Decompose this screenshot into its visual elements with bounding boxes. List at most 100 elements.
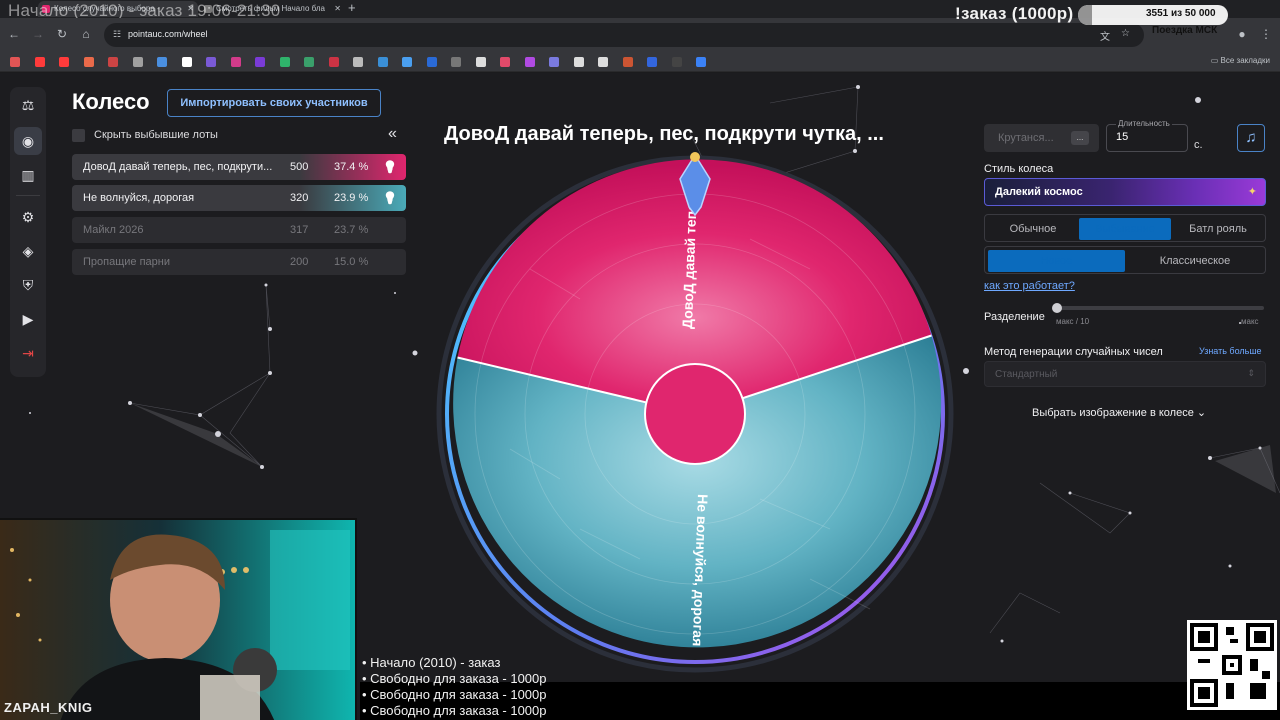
- mode-option[interactable]: Батл рояль: [1173, 218, 1263, 240]
- lot-amount: 200: [290, 256, 309, 268]
- site-info-icon[interactable]: ☷: [113, 29, 121, 40]
- wheel-center[interactable]: [644, 363, 746, 465]
- page-title: Колесо: [72, 89, 150, 114]
- home-icon[interactable]: ⌂: [78, 27, 94, 41]
- mode-option[interactable]: Выбывание: [1079, 218, 1171, 240]
- plus-icon[interactable]: [181, 57, 192, 67]
- menu-icon[interactable]: ⋮: [1258, 27, 1274, 41]
- star-icon[interactable]: ☆: [1121, 28, 1130, 39]
- rng-select[interactable]: Стандартный ⇕: [984, 361, 1266, 387]
- goal-counter: 3551 из 50 000: [1146, 8, 1216, 19]
- wheel-graphic: ДовоД давай теперь Не волнуйся, дорогая: [436, 152, 954, 673]
- app-icon[interactable]: [696, 57, 706, 67]
- wheel-icon[interactable]: ◉: [14, 127, 42, 155]
- lightbulb-icon[interactable]: 💡: [380, 154, 400, 180]
- lot-row[interactable]: ДовоД давай теперь, пес, подкрути... 500 3…: [72, 154, 406, 180]
- order-queue-item: • Начало (2010) - заказ: [362, 655, 501, 670]
- lot-row[interactable]: Пропащие парни 200 15.0 %: [72, 249, 406, 275]
- qr-code: [1187, 620, 1277, 710]
- stats-icon[interactable]: ▥: [14, 161, 42, 189]
- split-slider[interactable]: [1056, 306, 1264, 310]
- back-icon[interactable]: ←: [6, 27, 22, 41]
- app-icon[interactable]: [377, 57, 388, 67]
- translate-icon[interactable]: 文: [1100, 28, 1110, 43]
- url-text: pointauc.com/wheel: [128, 29, 208, 39]
- lot-percent: 15.0 %: [334, 256, 369, 268]
- lightbulb-icon[interactable]: 💡: [380, 185, 400, 211]
- chevron-updown-icon: ⇕: [1247, 368, 1255, 378]
- lot-amount: 500: [290, 161, 309, 173]
- app-icon[interactable]: [524, 57, 535, 67]
- gavel-icon[interactable]: ⚖: [14, 91, 42, 119]
- wheel-title: ДовоД давай теперь, пес, подкрути чутка,…: [444, 123, 884, 145]
- wheel[interactable]: ДовоД давай теперь Не волнуйся, дорогая: [430, 149, 960, 679]
- app-icon[interactable]: [647, 57, 657, 67]
- bookmarks-bar: ▭ Все закладки: [0, 52, 1280, 72]
- hide-dropped-checkbox[interactable]: [72, 129, 85, 142]
- streamer-name: ZAPAH_KNIG: [4, 700, 93, 715]
- mail-icon[interactable]: [83, 57, 94, 67]
- split-slider-thumb[interactable]: [1052, 303, 1062, 313]
- forward-icon[interactable]: →: [30, 27, 46, 41]
- bookmark-icon[interactable]: [108, 57, 118, 67]
- goal-label: Поездка МСК: [1152, 25, 1218, 36]
- goal-progress-fill: [1078, 5, 1092, 25]
- webcam-feed: [0, 518, 357, 720]
- wheel-style-select[interactable]: Далекий космос ✦: [984, 178, 1266, 206]
- app-icon[interactable]: [622, 57, 633, 67]
- shield-icon[interactable]: ⛨: [14, 271, 42, 299]
- split-min-label: макс / 10: [1056, 317, 1090, 326]
- submode-option[interactable]: Новое: [988, 250, 1125, 272]
- app-icon[interactable]: [255, 57, 265, 67]
- rng-learn-more-link[interactable]: Узнать больше: [1199, 346, 1262, 356]
- app-icon[interactable]: [206, 57, 216, 67]
- collapse-panel-icon[interactable]: «: [388, 125, 397, 143]
- mode-option[interactable]: Обычное: [988, 218, 1078, 240]
- app-icon[interactable]: [426, 57, 437, 67]
- lot-row[interactable]: Не волнуйся, дорогая 320 23.9 % 💡: [72, 185, 406, 211]
- music-icon[interactable]: ♫: [1237, 124, 1265, 152]
- lot-row[interactable]: Майкл 2026 317 23.7 %: [72, 217, 406, 243]
- spin-options-button[interactable]: ...: [1071, 131, 1089, 145]
- youtube-icon[interactable]: [59, 57, 69, 67]
- logout-icon[interactable]: ⇥: [14, 339, 42, 367]
- app-icon[interactable]: [157, 57, 167, 67]
- layers-icon[interactable]: ◈: [14, 237, 42, 265]
- sidebar-divider: [16, 195, 40, 196]
- lot-amount: 317: [290, 224, 309, 236]
- app-icon[interactable]: [328, 57, 339, 67]
- youtube-icon[interactable]: [34, 57, 45, 67]
- app-icon[interactable]: [304, 57, 314, 67]
- app-icon[interactable]: [475, 57, 486, 67]
- all-bookmarks[interactable]: ▭ Все закладки: [1211, 56, 1270, 65]
- webcam-image: [0, 520, 355, 720]
- choose-image-button[interactable]: Выбрать изображение в колесе ⌄: [1032, 406, 1206, 419]
- url-field[interactable]: ☷ pointauc.com/wheel 文 ☆: [104, 23, 1144, 47]
- app-icon[interactable]: [402, 57, 412, 67]
- reload-icon[interactable]: ↻: [54, 27, 70, 41]
- lot-percent: 23.7 %: [334, 224, 369, 236]
- bookmark-icon[interactable]: [132, 57, 143, 67]
- profile-icon[interactable]: ●: [1234, 27, 1250, 41]
- import-participants-button[interactable]: Импортировать своих участников: [167, 89, 381, 117]
- hide-dropped-label: Скрыть выбывшие лоты: [94, 129, 218, 141]
- qr-code-graphic: [1190, 623, 1274, 707]
- app-icon[interactable]: [230, 57, 241, 67]
- app-icon[interactable]: [451, 57, 461, 67]
- app-icon[interactable]: [549, 57, 559, 67]
- video-icon[interactable]: ▶: [14, 305, 42, 333]
- app-icon[interactable]: [598, 57, 608, 67]
- app-icon[interactable]: [353, 57, 363, 67]
- app-icon[interactable]: [279, 57, 290, 67]
- app-icon[interactable]: [671, 57, 682, 67]
- spin-button[interactable]: Крутанся... ...: [984, 124, 1099, 152]
- app-icon[interactable]: [573, 57, 584, 67]
- submode-option[interactable]: Классическое: [1127, 250, 1263, 272]
- how-it-works-link[interactable]: как это работает?: [984, 280, 1075, 292]
- close-icon[interactable]: ✕: [334, 1, 341, 17]
- duration-value: 15: [1116, 131, 1129, 143]
- gear-icon[interactable]: ⚙: [14, 203, 42, 231]
- app-icon[interactable]: [500, 57, 510, 67]
- new-tab-icon[interactable]: +: [348, 0, 356, 16]
- bookmark-icon[interactable]: [10, 57, 20, 67]
